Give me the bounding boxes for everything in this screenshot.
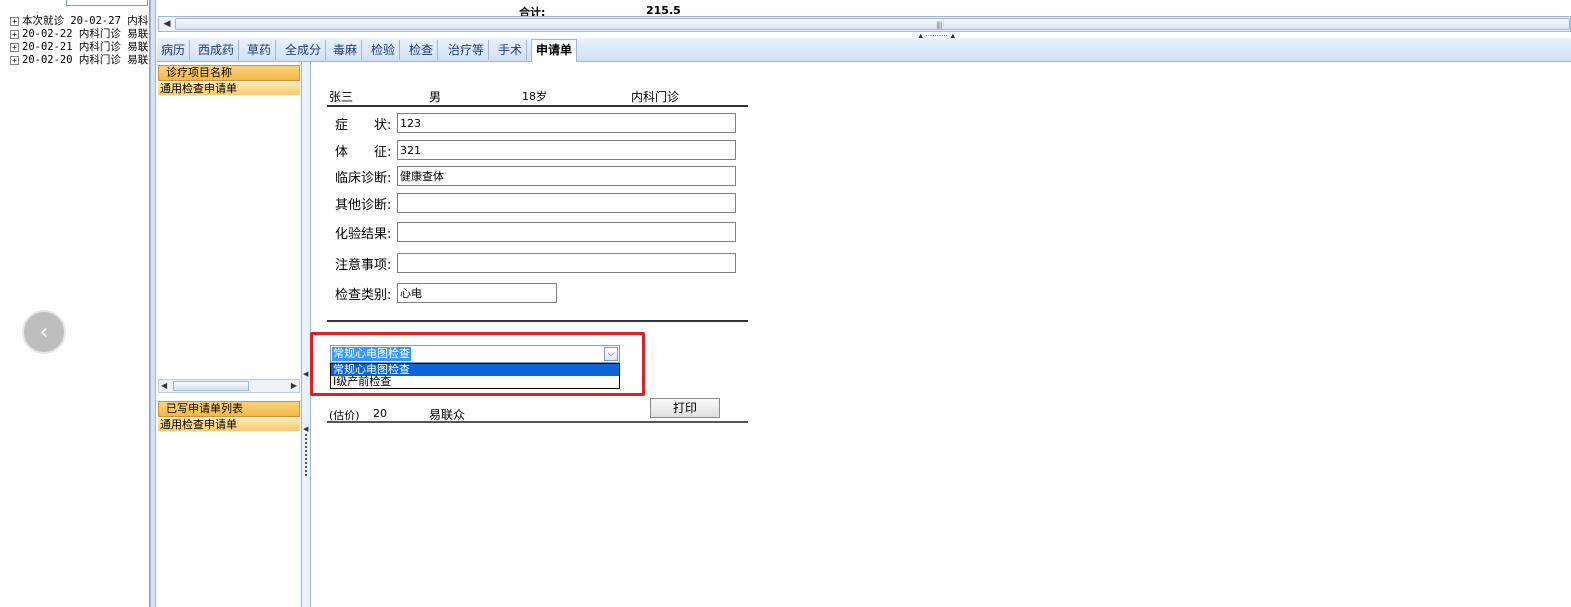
exam-item-select[interactable]: 常规心电图检查 ⌵	[330, 345, 620, 363]
tab-all-components[interactable]: 全成分	[281, 40, 327, 60]
history-item-label: 20-02-21 内科门诊 易联	[22, 41, 149, 53]
application-lists-panel: 诊疗项目名称 通用检查申请单 ◀ ▶ 已写申请单列表 通用检查申请单	[157, 62, 302, 607]
lab-result-input[interactable]	[397, 222, 736, 242]
patient-gender: 男	[429, 90, 442, 104]
visit-history-tree: + 本次就诊 20-02-27 内科 + 20-02-22 内科门诊 易联 + …	[10, 15, 148, 67]
scrollbar-thumb[interactable]	[173, 381, 249, 391]
collapse-left-icon[interactable]: ◀	[303, 425, 308, 433]
clinical-diagnosis-input[interactable]	[397, 166, 736, 186]
tab-surgery[interactable]: 手术	[494, 40, 528, 60]
divider	[327, 105, 748, 107]
written-list-header: 已写申请单列表	[158, 401, 300, 417]
clinical-diagnosis-label: 临床诊断:	[335, 171, 392, 186]
splitter-grip-icon	[305, 434, 307, 476]
grip-icon: ||||	[936, 21, 943, 29]
chevron-left-icon: ‹	[39, 319, 49, 345]
summary-bar: 合计: 215.5	[157, 0, 1571, 19]
tab-narcotics[interactable]: 毒麻	[329, 40, 363, 60]
print-button[interactable]: 打印	[650, 398, 720, 418]
scroll-left-icon[interactable]: ◀	[161, 18, 173, 30]
expand-icon[interactable]: +	[10, 56, 19, 65]
written-list-item[interactable]: 通用检查申请单	[158, 418, 300, 431]
tab-bar: 病历 西成药 草药 全成分 毒麻 检验 检查 治疗等 手术 申请单	[157, 38, 1571, 62]
sign-input[interactable]	[397, 140, 736, 160]
horizontal-scrollbar[interactable]: ◀ ||||	[158, 16, 1571, 32]
tab-examination[interactable]: 检查	[405, 40, 439, 60]
expand-icon[interactable]: +	[10, 43, 19, 52]
exam-type-label: 检查类别:	[335, 288, 392, 303]
visit-history-panel: + 本次就诊 20-02-27 内科 + 20-02-22 内科门诊 易联 + …	[0, 0, 150, 607]
chevron-down-icon[interactable]: ⌵	[604, 347, 618, 361]
history-item-label: 本次就诊 20-02-27 内科	[22, 15, 149, 27]
panel-splitter[interactable]	[150, 0, 156, 607]
project-list-header: 诊疗项目名称	[158, 65, 300, 81]
divider	[327, 421, 748, 423]
history-search-input[interactable]	[66, 0, 148, 6]
tab-western-medicine[interactable]: 西成药	[194, 40, 240, 60]
history-item[interactable]: + 20-02-22 内科门诊 易联	[10, 28, 148, 41]
notes-label: 注意事项:	[335, 258, 392, 273]
divider	[327, 320, 748, 322]
back-button[interactable]: ‹	[22, 310, 66, 354]
expand-icon[interactable]: +	[10, 30, 19, 39]
lab-result-label: 化验结果:	[335, 227, 392, 242]
other-diagnosis-input[interactable]	[397, 193, 736, 213]
tab-lab-test[interactable]: 检验	[367, 40, 401, 60]
symptom-input[interactable]	[397, 113, 736, 133]
history-item[interactable]: + 20-02-20 内科门诊 易联	[10, 54, 148, 67]
patient-department: 内科门诊	[631, 90, 680, 104]
history-item-label: 20-02-20 内科门诊 易联	[22, 54, 149, 66]
estimate-value: 20	[373, 407, 387, 420]
history-item-label: 20-02-22 内科门诊 易联	[22, 28, 149, 40]
history-item[interactable]: + 本次就诊 20-02-27 内科	[10, 15, 148, 28]
symptom-label: 症 状:	[335, 118, 392, 133]
dropdown-option[interactable]: Ⅰ级产前检查	[331, 376, 619, 388]
project-list-scrollbar[interactable]: ◀ ▶	[158, 379, 300, 393]
project-list-item[interactable]: 通用检查申请单	[158, 82, 300, 95]
exam-type-input[interactable]	[397, 283, 557, 303]
history-item[interactable]: + 20-02-21 内科门诊 易联	[10, 41, 148, 54]
exam-item-dropdown-list: 常规心电图检查 Ⅰ级产前检查	[330, 363, 620, 389]
patient-name: 张三	[329, 90, 354, 104]
scroll-right-icon[interactable]: ▶	[291, 380, 297, 392]
tab-medical-record[interactable]: 病历	[157, 40, 191, 60]
application-form: 张三 男 18岁 内科门诊 症 状: 体 征: 临床诊断: 其他诊断: 化验结果…	[310, 62, 1571, 607]
exam-item-selected-value: 常规心电图检查	[332, 347, 411, 361]
tab-treatment[interactable]: 治疗等	[444, 40, 490, 60]
scrollbar-thumb[interactable]: ||||	[175, 18, 1570, 30]
patient-age: 18岁	[522, 90, 547, 103]
tab-application-form[interactable]: 申请单	[531, 39, 578, 62]
tab-herbal[interactable]: 草药	[243, 40, 277, 60]
collapse-left-icon[interactable]: ◀	[303, 370, 308, 378]
other-diagnosis-label: 其他诊断:	[335, 198, 392, 213]
sign-label: 体 征:	[335, 145, 392, 160]
notes-input[interactable]	[397, 253, 736, 273]
expand-icon[interactable]: +	[10, 17, 19, 26]
scroll-left-icon[interactable]: ◀	[161, 380, 167, 392]
